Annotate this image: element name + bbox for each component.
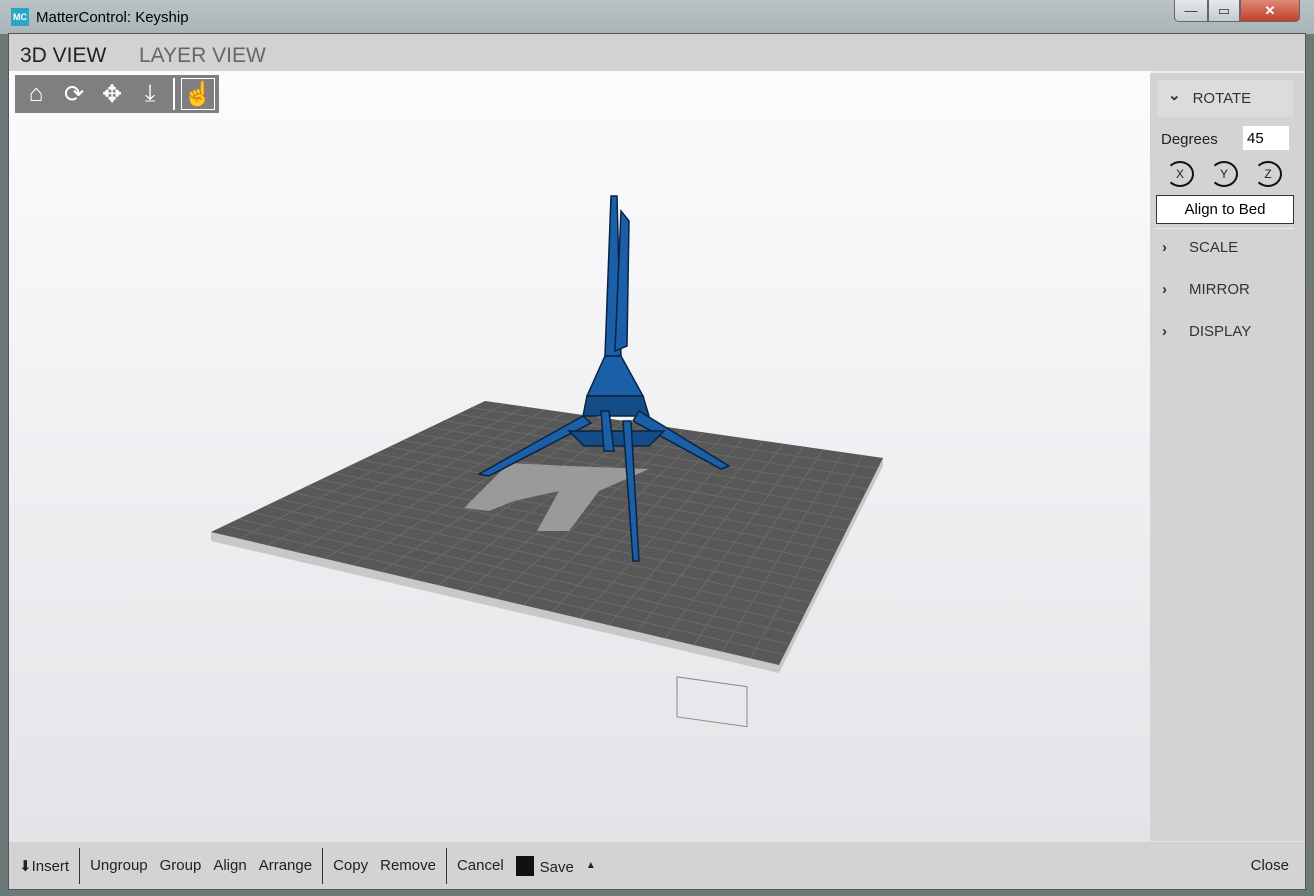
rotate-title: ROTATE xyxy=(1192,90,1252,107)
save-label: Save xyxy=(539,858,574,876)
cancel-button[interactable]: Cancel xyxy=(451,857,510,874)
bottom-toolbar: ⬇Insert Ungroup Group Align Arrange Copy… xyxy=(9,841,1305,889)
align-to-bed-button[interactable]: Align to Bed xyxy=(1156,195,1294,224)
chevron-right-icon: › xyxy=(1162,323,1167,340)
save-menu-button[interactable]: ▲ xyxy=(580,860,602,871)
maximize-button[interactable]: ▭ xyxy=(1208,0,1240,22)
display-title: DISPLAY xyxy=(1189,323,1252,340)
move-icon[interactable]: ✥ xyxy=(95,78,129,110)
app-window: 3D VIEW LAYER VIEW ⌂ ⟳ ✥ ⤓ ☝ ⌄ ROTATE De… xyxy=(8,33,1312,890)
insert-label: Insert xyxy=(31,857,70,875)
remove-button[interactable]: Remove xyxy=(374,857,442,874)
edit-panel: ⌄ ROTATE Degrees X Y Z Align to Bed › SCA… xyxy=(1150,71,1312,843)
minimize-button[interactable]: — xyxy=(1174,0,1208,22)
title-bar: MC MatterControl: Keyship — ▭ ✕ xyxy=(0,0,1314,34)
scene-canvas[interactable] xyxy=(9,71,1150,841)
arrange-button[interactable]: Arrange xyxy=(253,857,318,874)
close-button[interactable]: Close xyxy=(1245,857,1295,874)
save-icon xyxy=(515,855,534,876)
close-window-button[interactable]: ✕ xyxy=(1240,0,1300,22)
view-toolbar: ⌂ ⟳ ✥ ⤓ ☝ xyxy=(15,75,219,113)
save-button[interactable]: Save xyxy=(510,855,580,876)
print-bed xyxy=(211,401,883,728)
degrees-input[interactable] xyxy=(1243,126,1289,150)
align-button[interactable]: Align xyxy=(207,857,252,874)
bed-marker xyxy=(676,676,748,728)
window-title: MatterControl: Keyship xyxy=(36,9,189,26)
insert-icon: ⬇ xyxy=(19,857,32,875)
home-icon[interactable]: ⌂ xyxy=(19,78,53,110)
group-button[interactable]: Group xyxy=(154,857,208,874)
rotate-x-button[interactable]: X xyxy=(1166,161,1194,187)
chevron-right-icon: › xyxy=(1162,281,1167,298)
divider xyxy=(445,847,447,884)
select-icon[interactable]: ☝ xyxy=(181,78,215,110)
chevron-right-icon: › xyxy=(1162,239,1167,256)
tab-3d-view[interactable]: 3D VIEW xyxy=(20,44,106,68)
display-section-header[interactable]: › DISPLAY xyxy=(1162,323,1251,340)
toolbar-divider xyxy=(173,78,175,110)
divider xyxy=(79,847,81,884)
scale-title: SCALE xyxy=(1189,239,1239,256)
rotate-section-header[interactable]: ⌄ ROTATE xyxy=(1158,80,1293,117)
3d-viewport[interactable]: ⌂ ⟳ ✥ ⤓ ☝ xyxy=(9,71,1150,841)
chevron-down-icon: ⌄ xyxy=(1168,86,1181,104)
scale-section-header[interactable]: › SCALE xyxy=(1162,239,1238,256)
divider xyxy=(322,847,324,884)
zoom-icon[interactable]: ⤓ xyxy=(133,78,167,110)
view-tabs: 3D VIEW LAYER VIEW xyxy=(9,34,1305,71)
rotate-y-button[interactable]: Y xyxy=(1210,161,1238,187)
panel-divider xyxy=(1156,228,1294,229)
degrees-label: Degrees xyxy=(1161,131,1218,148)
mirror-title: MIRROR xyxy=(1189,281,1250,298)
copy-button[interactable]: Copy xyxy=(327,857,374,874)
insert-button[interactable]: ⬇Insert xyxy=(9,857,75,875)
mirror-section-header[interactable]: › MIRROR xyxy=(1162,281,1250,298)
panel-scrollbar[interactable] xyxy=(1307,288,1312,843)
ungroup-button[interactable]: Ungroup xyxy=(84,857,154,874)
rotate-icon[interactable]: ⟳ xyxy=(57,78,91,110)
app-icon: MC xyxy=(11,8,29,26)
rotate-z-button[interactable]: Z xyxy=(1254,161,1282,187)
tab-layer-view[interactable]: LAYER VIEW xyxy=(139,44,266,68)
